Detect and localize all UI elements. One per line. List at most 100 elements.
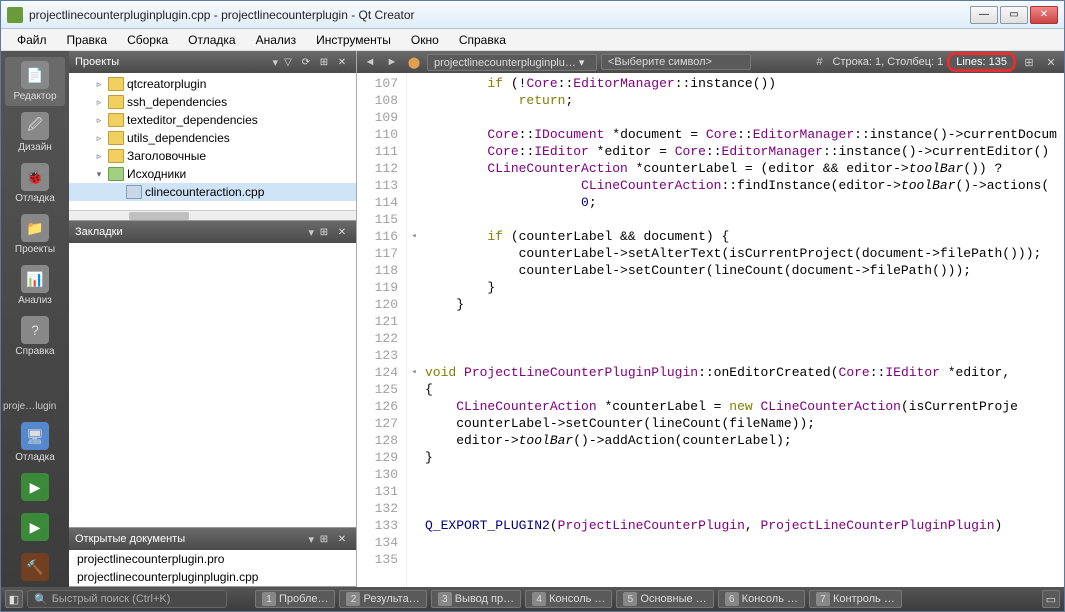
run-icon: ▶ — [21, 473, 49, 501]
close-output-icon[interactable]: ▭ — [1042, 590, 1060, 608]
projects-title: Проекты — [75, 56, 272, 68]
tree-item[interactable]: ▹qtcreatorplugin — [69, 75, 356, 93]
mode-analyze-label: Анализ — [18, 295, 52, 306]
back-icon[interactable]: ◄ — [361, 54, 379, 70]
window: projectlinecounterpluginplugin.cpp - pro… — [0, 0, 1065, 612]
menu-help[interactable]: Справка — [451, 31, 514, 49]
mode-debug-label: Отладка — [15, 193, 55, 204]
panel-close-icon[interactable]: ✕ — [334, 225, 350, 239]
open-doc-item[interactable]: projectlinecounterpluginplugin.cpp — [69, 568, 356, 586]
menu-edit[interactable]: Правка — [59, 31, 116, 49]
help-icon: ? — [21, 316, 49, 344]
forward-icon[interactable]: ► — [383, 54, 401, 70]
output-pane-tab[interactable]: 3Вывод пр… — [431, 590, 521, 608]
cursor-position: Строка: 1, Столбец: 1 — [833, 56, 944, 68]
minimize-button[interactable]: — — [970, 6, 998, 24]
bookmarks-title: Закладки — [75, 226, 308, 238]
app-icon — [7, 7, 23, 23]
statusbar: ◧ 🔍 Быстрый поиск (Ctrl+K) 1Пробле…2Резу… — [1, 587, 1064, 611]
output-pane-tab[interactable]: 1Пробле… — [255, 590, 335, 608]
close-editor-icon[interactable]: ✕ — [1042, 54, 1060, 70]
debug-run-button[interactable]: ▶ — [5, 509, 65, 547]
mode-projects[interactable]: 📁 Проекты — [5, 210, 65, 259]
line-goto-icon[interactable]: # — [811, 54, 829, 70]
fold-column[interactable]: ◂◂ — [407, 73, 421, 587]
opendocs-header: Открытые документы ▾ ⊞ ✕ — [69, 528, 356, 550]
lines-counter: Lines: 135 — [947, 52, 1016, 72]
quick-search[interactable]: 🔍 Быстрый поиск (Ctrl+K) — [27, 590, 227, 608]
mode-debug[interactable]: 🐞 Отладка — [5, 159, 65, 208]
line-gutter: 1071081091101111121131141151161171181191… — [357, 73, 407, 587]
menu-file[interactable]: Файл — [9, 31, 55, 49]
mode-help[interactable]: ? Справка — [5, 312, 65, 361]
titlebar: projectlinecounterpluginplugin.cpp - pro… — [1, 1, 1064, 29]
split-editor-icon[interactable]: ⊞ — [1020, 54, 1038, 70]
bookmarks-list — [69, 243, 356, 527]
project-tree[interactable]: ▹qtcreatorplugin▹ssh_dependencies▹texted… — [69, 73, 356, 210]
design-icon: 🖉 — [21, 112, 49, 140]
opendocs-title: Открытые документы — [75, 533, 308, 545]
output-pane-tab[interactable]: 5Основные … — [616, 590, 713, 608]
output-pane-tab[interactable]: 6Консоль … — [718, 590, 805, 608]
editor-toolbar: ◄ ► ⬤ projectlinecounterpluginplu… ▾ <Вы… — [357, 51, 1064, 73]
close-button[interactable]: ✕ — [1030, 6, 1058, 24]
output-pane-tab[interactable]: 4Консоль … — [525, 590, 612, 608]
hammer-icon: 🔨 — [21, 553, 49, 581]
mode-design-label: Дизайн — [18, 142, 52, 153]
mode-editor[interactable]: 📄 Редактор — [5, 57, 65, 106]
menu-tools[interactable]: Инструменты — [308, 31, 399, 49]
analyze-icon: 📊 — [21, 265, 49, 293]
projects-icon: 📁 — [21, 214, 49, 242]
output-pane-tab[interactable]: 2Результа… — [339, 590, 426, 608]
toggle-sidebar-icon[interactable]: ◧ — [5, 590, 23, 608]
build-button[interactable]: 🔨 — [5, 549, 65, 587]
bookmarks-panel: Закладки ▾ ⊞ ✕ — [69, 221, 356, 528]
split-icon[interactable]: ⊞ — [316, 225, 332, 239]
menu-debug[interactable]: Отладка — [180, 31, 243, 49]
menu-analyze[interactable]: Анализ — [248, 31, 305, 49]
mode-analyze[interactable]: 📊 Анализ — [5, 261, 65, 310]
editor-icon: 📄 — [21, 61, 49, 89]
projects-panel: Проекты ▾ ▽ ⟳ ⊞ ✕ ▹qtcreatorplugin▹ssh_d… — [69, 51, 356, 221]
mode-bar: 📄 Редактор 🖉 Дизайн 🐞 Отладка 📁 Проекты 📊 Ана… — [1, 51, 69, 587]
mode-design[interactable]: 🖉 Дизайн — [5, 108, 65, 157]
open-doc-item[interactable]: projectlinecounterplugin.pro — [69, 550, 356, 568]
file-selector[interactable]: projectlinecounterpluginplu… ▾ — [427, 54, 597, 71]
search-placeholder: Быстрый поиск (Ctrl+K) — [52, 593, 171, 605]
code-text[interactable]: if (!Core::EditorManager::instance()) re… — [421, 73, 1064, 587]
symbol-selector[interactable]: <Выберите символ> — [601, 54, 751, 70]
debug-icon: 🐞 — [21, 163, 49, 191]
tree-item[interactable]: ▹utils_dependencies — [69, 129, 356, 147]
panel-close-icon[interactable]: ✕ — [334, 532, 350, 546]
tree-item[interactable]: ▹Заголовочные — [69, 147, 356, 165]
target-label: Отладка — [15, 452, 55, 463]
editor-area: ◄ ► ⬤ projectlinecounterpluginplu… ▾ <Вы… — [357, 51, 1064, 587]
menu-window[interactable]: Окно — [403, 31, 447, 49]
code-area[interactable]: 1071081091101111121131141151161171181191… — [357, 73, 1064, 587]
mode-editor-label: Редактор — [13, 91, 56, 102]
tree-item[interactable]: ▹ssh_dependencies — [69, 93, 356, 111]
sync-icon[interactable]: ⟳ — [298, 55, 314, 69]
open-documents-list[interactable]: projectlinecounterplugin.pro projectline… — [69, 550, 356, 586]
main-body: 📄 Редактор 🖉 Дизайн 🐞 Отладка 📁 Проекты 📊 Ана… — [1, 51, 1064, 587]
side-panel: Проекты ▾ ▽ ⟳ ⊞ ✕ ▹qtcreatorplugin▹ssh_d… — [69, 51, 357, 587]
mode-projects-label: Проекты — [15, 244, 55, 255]
run-button[interactable]: ▶ — [5, 469, 65, 507]
split-icon[interactable]: ⊞ — [316, 532, 332, 546]
window-title: projectlinecounterpluginplugin.cpp - pro… — [29, 8, 970, 22]
filter-icon[interactable]: ▽ — [280, 55, 296, 69]
tree-item[interactable]: ▹texteditor_dependencies — [69, 111, 356, 129]
maximize-button[interactable]: ▭ — [1000, 6, 1028, 24]
split-icon[interactable]: ⊞ — [316, 55, 332, 69]
active-project-label: proje…lugin — [1, 397, 69, 416]
target-selector[interactable]: 🖥Отладка — [5, 418, 65, 467]
mode-help-label: Справка — [15, 346, 54, 357]
panel-close-icon[interactable]: ✕ — [334, 55, 350, 69]
lock-icon[interactable]: ⬤ — [405, 54, 423, 70]
tree-scrollbar[interactable] — [69, 210, 356, 220]
tree-item[interactable]: ▾Исходники — [69, 165, 356, 183]
output-pane-tab[interactable]: 7Контроль … — [809, 590, 902, 608]
projects-header: Проекты ▾ ▽ ⟳ ⊞ ✕ — [69, 51, 356, 73]
tree-item[interactable]: clinecounteraction.cpp — [69, 183, 356, 201]
menu-build[interactable]: Сборка — [119, 31, 176, 49]
